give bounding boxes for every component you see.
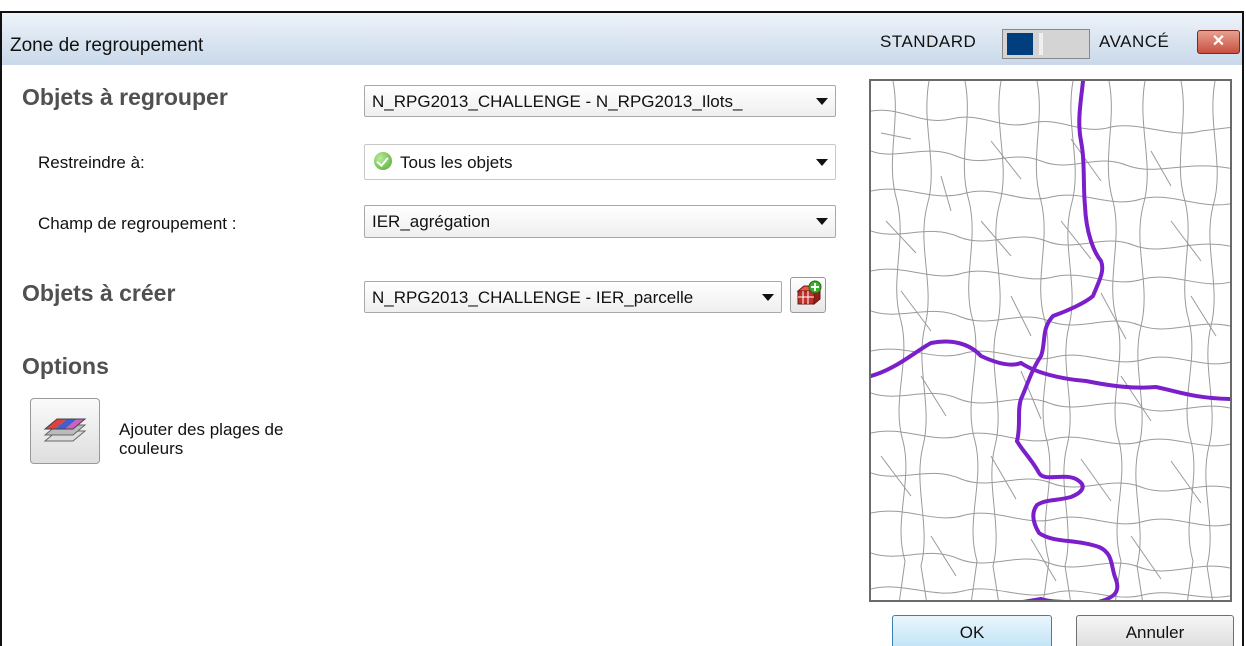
mode-toggle-divider <box>1039 33 1043 55</box>
close-icon: ✕ <box>1211 33 1226 50</box>
grouping-zone-dialog: Zone de regroupement STANDARD AVANCÉ ✕ O… <box>0 11 1244 646</box>
color-ranges-label: Ajouter des plages de couleurs <box>119 420 284 458</box>
ok-button[interactable]: OK <box>892 615 1052 646</box>
section-objects-to-group: Objets à regrouper <box>22 84 228 110</box>
restrict-dropdown[interactable]: Tous les objets <box>364 144 836 180</box>
chevron-down-icon <box>816 159 828 166</box>
restrict-label: Restreindre à: <box>38 153 145 172</box>
cancel-button[interactable]: Annuler <box>1076 615 1234 646</box>
mode-toggle-knob[interactable] <box>1007 33 1033 55</box>
restrict-value: Tous les objets <box>400 153 513 172</box>
group-field-dropdown[interactable]: IER_agrégation <box>364 205 836 238</box>
close-button[interactable]: ✕ <box>1197 30 1240 54</box>
group-field-label: Champ de regroupement : <box>38 214 237 233</box>
target-layer-value: N_RPG2013_CHALLENGE - IER_parcelle <box>372 288 694 307</box>
title-bar: Zone de regroupement STANDARD AVANCÉ ✕ <box>2 13 1242 65</box>
target-layer-dropdown[interactable]: N_RPG2013_CHALLENGE - IER_parcelle <box>364 281 782 313</box>
mode-advanced-label[interactable]: AVANCÉ <box>1099 32 1169 52</box>
add-layer-button[interactable] <box>790 277 826 313</box>
section-objects-to-create: Objets à créer <box>22 280 176 306</box>
mode-toggle[interactable] <box>1002 29 1090 59</box>
parcel-map <box>871 81 1230 600</box>
check-circle-icon <box>374 152 392 170</box>
source-layer-value: N_RPG2013_CHALLENGE - N_RPG2013_Ilots_ <box>372 92 743 111</box>
region-boundaries <box>871 81 1230 600</box>
mode-standard-label[interactable]: STANDARD <box>880 32 976 52</box>
source-layer-dropdown[interactable]: N_RPG2013_CHALLENGE - N_RPG2013_Ilots_ <box>364 85 836 117</box>
map-preview <box>869 79 1232 602</box>
section-options: Options <box>22 353 109 379</box>
dialog-title: Zone de regroupement <box>10 35 204 56</box>
color-ranges-button[interactable] <box>30 398 100 464</box>
color-ranges-icon <box>43 418 87 442</box>
chevron-down-icon <box>816 98 828 105</box>
add-layer-icon <box>796 280 822 306</box>
parcel-boundaries <box>871 81 1230 600</box>
chevron-down-icon <box>816 218 828 225</box>
group-field-value: IER_agrégation <box>372 212 491 231</box>
chevron-down-icon <box>762 294 774 301</box>
